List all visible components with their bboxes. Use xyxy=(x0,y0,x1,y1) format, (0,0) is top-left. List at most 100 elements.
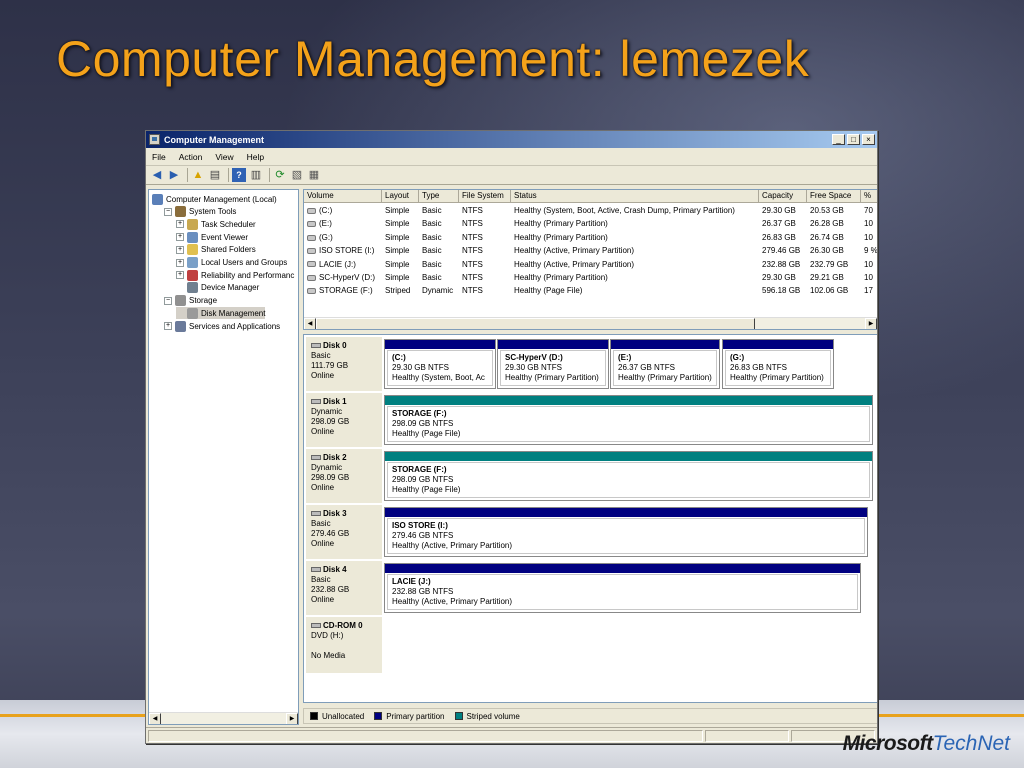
volume-name-cell[interactable]: ISO STORE (I:) xyxy=(304,244,382,257)
partition-block[interactable]: STORAGE (F:) 298.09 GB NTFS Healthy (Page … xyxy=(384,451,873,501)
disk-type: DVD (H:) xyxy=(311,631,344,640)
volume-name-cell[interactable]: SC-HyperV (D:) xyxy=(304,271,382,284)
scroll-left-icon[interactable]: ◀ xyxy=(149,713,161,724)
tree-item[interactable]: + Local Users and Groups xyxy=(176,257,287,269)
tree-item[interactable]: + Event Viewer xyxy=(176,231,248,243)
disk-name-row: Disk 1 xyxy=(311,397,382,407)
menu-help[interactable]: Help xyxy=(247,152,264,162)
up-folder-icon[interactable]: ▲ xyxy=(191,168,205,182)
table-cell: NTFS xyxy=(462,219,483,229)
tree-item[interactable]: Disk Management xyxy=(176,307,266,320)
disk-name: CD-ROM 0 xyxy=(323,621,363,630)
volume-icon xyxy=(307,274,316,281)
scroll-right-icon[interactable]: ▶ xyxy=(865,318,877,329)
disk-label[interactable]: CD-ROM 0 DVD (H:) No Media xyxy=(306,617,382,673)
minimize-button[interactable]: _ xyxy=(832,134,845,145)
partition-block[interactable]: ISO STORE (I:) 279.46 GB NTFS Healthy (Act… xyxy=(384,507,868,557)
column-header[interactable]: % xyxy=(861,190,877,203)
settings-icon[interactable]: ▦ xyxy=(307,168,321,182)
column-header[interactable]: Type xyxy=(419,190,459,203)
tree-item[interactable]: + Task Scheduler xyxy=(176,218,256,230)
disk-label[interactable]: Disk 4 Basic 232.88 GB Online xyxy=(306,561,382,615)
partition-block[interactable]: (G:) 26.83 GB NTFS Healthy (Primary Partit… xyxy=(722,339,834,389)
tree-item[interactable]: + Services and Applications xyxy=(164,320,280,332)
disk-name-row: Disk 3 xyxy=(311,509,382,519)
tree-item[interactable]: − System Tools xyxy=(164,206,236,218)
tree-expander-icon[interactable]: + xyxy=(176,271,184,280)
volume-name: SC-HyperV (D:) xyxy=(319,273,376,282)
volume-name-cell[interactable]: (C:) xyxy=(304,204,382,217)
volume-name-cell[interactable]: (E:) xyxy=(304,217,382,230)
export-icon[interactable]: ▧ xyxy=(290,168,304,182)
column-header[interactable]: Capacity xyxy=(759,190,807,203)
tree-expander-icon[interactable]: + xyxy=(176,258,184,267)
volume-name: (C:) xyxy=(319,206,333,215)
column-header[interactable]: Volume xyxy=(304,190,382,203)
volume-name-cell[interactable]: STORAGE (F:) xyxy=(304,284,382,297)
disk-label[interactable]: Disk 0 Basic 111.79 GB Online xyxy=(306,337,382,391)
disk-status: Online xyxy=(311,371,335,380)
partition-type-bar xyxy=(611,340,719,349)
menu-view[interactable]: View xyxy=(215,152,233,162)
disk-label[interactable]: Disk 2 Dynamic 298.09 GB Online xyxy=(306,449,382,503)
title-bar[interactable]: Computer Management _ □ × xyxy=(146,131,877,148)
properties-icon[interactable]: ▥ xyxy=(249,168,263,182)
column-header[interactable]: Free Space xyxy=(807,190,861,203)
tree-item[interactable]: − Storage xyxy=(164,295,217,307)
close-button[interactable]: × xyxy=(862,134,875,145)
partition-block[interactable]: (E:) 26.37 GB NTFS Healthy (Primary Partit… xyxy=(610,339,720,389)
disk-icon xyxy=(187,307,198,319)
partition-block[interactable]: (C:) 29.30 GB NTFS Healthy (System, Boot, … xyxy=(384,339,496,389)
partition-status: Healthy (Active, Primary Partition) xyxy=(392,541,513,550)
partition-size: 279.46 GB NTFS xyxy=(392,531,454,540)
menu-action[interactable]: Action xyxy=(179,152,203,162)
tree-horizontal-scrollbar[interactable]: ◀ ▶ xyxy=(149,712,298,724)
partition-block[interactable]: STORAGE (F:) 298.09 GB NTFS Healthy (Page … xyxy=(384,395,873,445)
event-icon xyxy=(187,231,198,243)
tree-item[interactable]: Device Manager xyxy=(176,282,259,294)
table-cell: NTFS xyxy=(462,273,483,282)
logo-microsoft-text: Microsoft xyxy=(842,732,934,755)
show-hide-tree-icon[interactable]: ▤ xyxy=(208,168,222,182)
tree-item-label: Services and Applications xyxy=(189,321,281,331)
partition-block[interactable]: LACIE (J:) 232.88 GB NTFS Healthy (Active,… xyxy=(384,563,861,613)
column-header[interactable]: Layout xyxy=(382,190,419,203)
table-cell: Dynamic xyxy=(422,286,454,296)
disk-status: Online xyxy=(311,483,335,492)
volume-name-cell[interactable]: (G:) xyxy=(304,231,382,244)
list-horizontal-scrollbar[interactable]: ◀ ▶ xyxy=(304,317,877,329)
refresh-icon[interactable]: ⟳ xyxy=(273,168,287,182)
disk-type: Dynamic xyxy=(311,463,343,472)
menu-file[interactable]: File xyxy=(152,152,166,162)
legend-primary: Primary partition xyxy=(386,711,445,721)
tree-expander-icon[interactable]: + xyxy=(176,245,184,254)
tree-expander-icon[interactable]: − xyxy=(164,207,172,216)
tree-item[interactable]: + Reliability and Performanc xyxy=(176,269,294,281)
tree-item[interactable]: Computer Management (Local) xyxy=(152,193,277,205)
disk-label[interactable]: Disk 1 Dynamic 298.09 GB Online xyxy=(306,393,382,447)
disk-label[interactable]: Disk 3 Basic 279.46 GB Online xyxy=(306,505,382,559)
help-icon[interactable]: ? xyxy=(232,168,246,182)
partition-status: Healthy (System, Boot, Ac xyxy=(392,373,485,382)
tree-item-label: Shared Folders xyxy=(201,245,256,255)
back-icon[interactable]: ◀ xyxy=(150,168,164,182)
scroll-left-icon[interactable]: ◀ xyxy=(304,318,316,329)
partition-title: ISO STORE (I:) xyxy=(392,521,448,530)
forward-icon[interactable]: ▶ xyxy=(167,168,181,182)
scroll-right-icon[interactable]: ▶ xyxy=(286,713,298,724)
column-header[interactable]: Status xyxy=(511,190,759,203)
tree-item[interactable]: + Shared Folders xyxy=(176,244,256,256)
partition-info: STORAGE (F:) 298.09 GB NTFS Healthy (Page … xyxy=(387,406,870,442)
tree-expander-icon[interactable]: + xyxy=(176,220,184,229)
storage-icon xyxy=(175,295,186,307)
maximize-button[interactable]: □ xyxy=(847,134,860,145)
partition-block[interactable]: SC-HyperV (D:) 29.30 GB NTFS Healthy (Prim… xyxy=(497,339,609,389)
column-header[interactable]: File System xyxy=(459,190,511,203)
scroll-thumb[interactable] xyxy=(316,318,755,329)
tree-expander-icon[interactable]: − xyxy=(164,296,172,305)
disk-size: 279.46 GB xyxy=(311,529,350,538)
volume-name-cell[interactable]: LACIE (J:) xyxy=(304,258,382,271)
tree-expander-icon[interactable]: + xyxy=(176,233,184,242)
tree-expander-icon[interactable]: + xyxy=(164,322,172,330)
